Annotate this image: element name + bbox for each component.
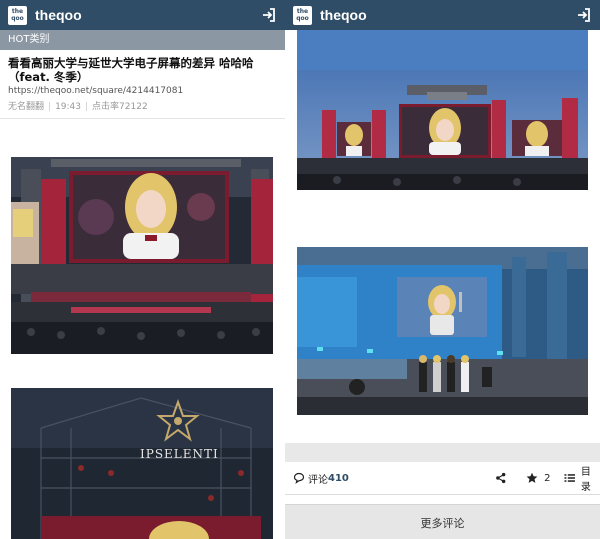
post-title: 看看高丽大学与延世大学电子屏幕的差异 哈哈哈（feat. 冬季） [8,56,254,84]
list-label: 目录 [580,467,591,493]
star-icon [526,472,538,483]
logo-text-bottom: qoo [11,15,24,22]
login-icon[interactable] [576,7,592,23]
star-count: 2 [544,472,551,484]
brand-name[interactable]: theqoo [320,7,576,23]
post-meta: 无名翻翻 | 19:43 | 点击率72122 [0,96,285,119]
post-actions-bar: 评论 410 2 目录 [285,462,600,495]
share-icon[interactable] [495,472,507,484]
stage-sign-text: IPSELENTI [140,447,219,461]
more-comments-button[interactable]: 更多评论 [285,504,600,539]
post-image-stage-three-screens[interactable] [297,30,588,190]
post-image-blue-stage[interactable] [297,247,588,415]
comments-label: 评论 [308,474,328,486]
post-image-stage-sign[interactable] [11,388,273,539]
post-url[interactable]: https://theqoo.net/square/4214417081 [0,86,285,96]
category-bar[interactable]: HOT类别 [0,30,285,50]
meta-separator: | [85,102,89,112]
meta-separator: | [48,102,52,112]
post-time: 19:43 [55,102,81,112]
content-divider [285,443,600,462]
top-bar: the qoo theqoo [0,0,285,30]
comments-link[interactable]: 评论 410 [285,471,447,486]
login-icon[interactable] [261,7,277,23]
star-button[interactable]: 2 [526,472,550,484]
list-button[interactable]: 目录 [564,463,600,493]
comments-count: 410 [328,472,349,484]
post-author: 无名翻翻 [8,102,45,112]
post-image-stage-screen[interactable] [11,157,273,354]
app-logo[interactable]: the qoo [8,5,27,25]
logo-text-top: the [296,8,309,15]
top-bar: the qoo theqoo [285,0,600,30]
logo-text-top: the [11,8,24,15]
app-logo[interactable]: the qoo [293,5,312,25]
list-icon [564,474,576,482]
comment-bubble-icon [293,472,305,484]
brand-name[interactable]: theqoo [35,7,261,23]
left-screen: the qoo theqoo HOT类别 看看高丽大学与延世大学电子屏幕的差异 … [0,0,285,539]
screenshot-canvas: the qoo theqoo HOT类别 看看高丽大学与延世大学电子屏幕的差异 … [0,0,600,539]
logo-text-bottom: qoo [296,15,309,22]
post-views: 点击率72122 [92,102,148,112]
right-screen: the qoo theqoo 评论 410 2 目录 更多评论 [285,0,600,539]
